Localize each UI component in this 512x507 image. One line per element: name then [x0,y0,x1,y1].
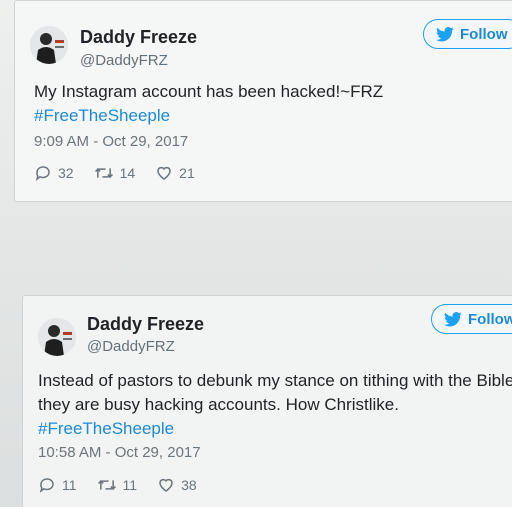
tweet-card: Daddy Freeze @DaddyFRZ Follow Instead of… [22,295,512,507]
retweet-button[interactable]: 14 [94,165,136,181]
follow-button[interactable]: Follow [423,19,512,49]
hashtag-link[interactable]: #FreeTheSheeple [38,417,512,441]
heart-icon [159,478,173,492]
follow-button[interactable]: Follow [431,304,512,334]
like-button[interactable]: 21 [155,164,195,182]
timestamp[interactable]: 9:09 AM - Oct 29, 2017 [34,133,188,150]
reply-icon [35,166,50,181]
tweet-text-line: Instead of pastors to debunk my stance o… [38,371,512,390]
display-name[interactable]: Daddy Freeze [87,314,204,335]
reply-button[interactable]: 11 [38,476,77,494]
tweet-card: Daddy Freeze @DaddyFRZ Follow My Instagr… [14,0,512,202]
twitter-bird-icon [444,311,462,326]
retweet-icon [97,480,116,490]
twitter-bird-icon [436,26,454,41]
user-handle[interactable]: @DaddyFRZ [87,338,175,355]
tweet-actions: 11 11 38 [38,476,217,494]
tweet-text-line: they are busy hacking accounts. How Chri… [38,395,399,414]
screen: Daddy Freeze @DaddyFRZ Follow My Instagr… [0,0,512,507]
tweet-text-line: My Instagram account has been hacked!~FR… [34,82,384,101]
reply-count: 11 [62,477,77,493]
follow-label: Follow [468,310,512,328]
avatar[interactable] [38,318,76,356]
retweet-count: 11 [122,477,138,493]
tweet-actions: 32 14 21 [34,164,215,182]
user-handle[interactable]: @DaddyFRZ [80,52,168,69]
heart-icon [157,166,171,180]
follow-label: Follow [460,25,508,43]
reply-icon [39,478,54,493]
hashtag-link[interactable]: #FreeTheSheeple [34,104,383,128]
timestamp[interactable]: 10:58 AM - Oct 29, 2017 [38,444,201,461]
like-button[interactable]: 38 [157,476,197,494]
retweet-count: 14 [119,165,136,181]
reply-button[interactable]: 32 [34,164,74,182]
tweet-text: My Instagram account has been hacked!~FR… [34,80,383,128]
retweet-button[interactable]: 11 [97,477,138,493]
like-count: 21 [179,165,195,181]
display-name[interactable]: Daddy Freeze [80,27,197,48]
retweet-icon [94,168,113,178]
avatar[interactable] [30,26,68,64]
tweet-text: Instead of pastors to debunk my stance o… [38,369,512,441]
reply-count: 32 [58,165,74,181]
like-count: 38 [181,477,197,493]
